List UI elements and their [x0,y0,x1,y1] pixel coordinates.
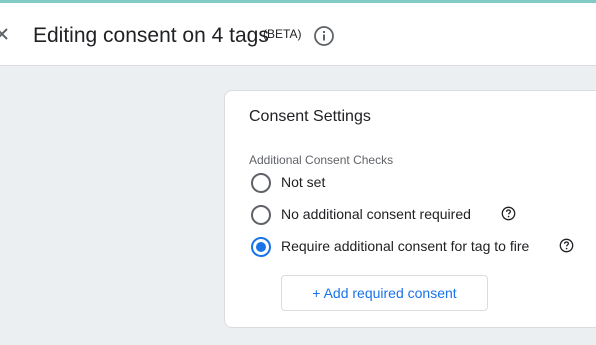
radio-unchecked-icon[interactable] [250,204,272,226]
radio-option-no-additional-consent[interactable]: No additional consent required [249,203,589,227]
consent-settings-card: Consent Settings Additional Consent Chec… [224,90,596,328]
radio-option-require-additional-consent[interactable]: Require additional consent for tag to fi… [249,235,589,259]
page-title: Editing consent on 4 tags [33,24,269,47]
additional-consent-checks-label: Additional Consent Checks [249,153,394,167]
radio-label: No additional consent required [281,206,471,222]
radio-label: Require additional consent for tag to fi… [281,238,530,254]
radio-checked-icon[interactable] [250,236,272,258]
info-icon[interactable] [313,25,335,47]
beta-badge: (BETA) [263,27,302,41]
radio-label: Not set [281,174,326,190]
close-icon[interactable] [0,28,8,40]
page-header: Editing consent on 4 tags (BETA) [0,3,596,66]
card-title: Consent Settings [249,108,371,125]
radio-option-not-set[interactable]: Not set [249,171,589,195]
add-required-consent-button[interactable]: + Add required consent [281,275,488,311]
radio-unchecked-icon[interactable] [250,172,272,194]
help-icon[interactable] [559,238,574,253]
help-icon[interactable] [501,206,516,221]
